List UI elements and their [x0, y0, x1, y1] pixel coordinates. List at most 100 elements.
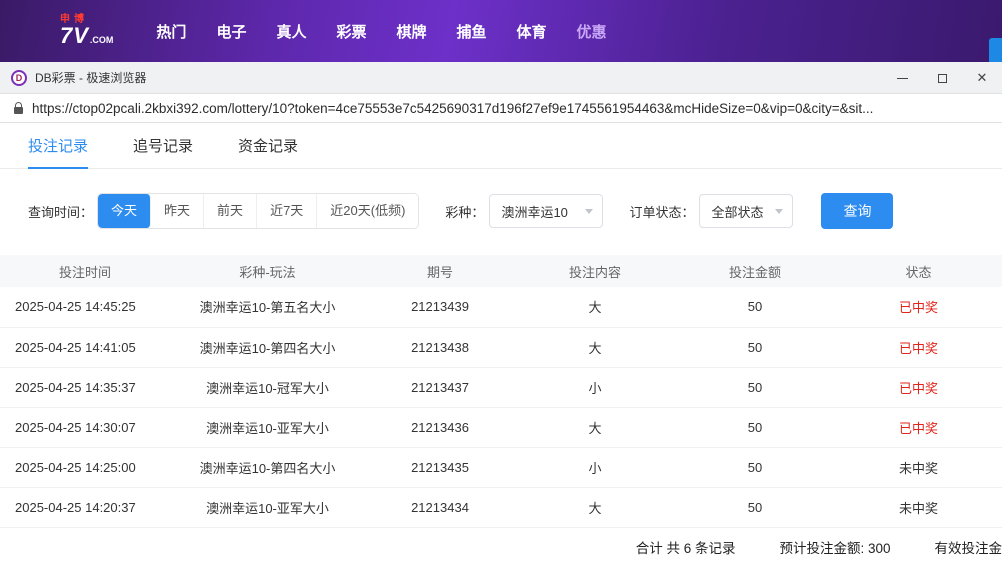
site-logo[interactable]: 申博 7V .COM	[60, 15, 113, 47]
cell-game: 澳洲幸运10-冠军大小	[170, 367, 365, 407]
cell-content: 大	[515, 407, 675, 447]
site-logo-suffix: .COM	[90, 36, 114, 45]
maximize-icon	[938, 74, 947, 83]
table-row: 2025-04-25 14:35:37澳洲幸运10-冠军大小21213437小5…	[0, 367, 1002, 407]
cell-content: 小	[515, 447, 675, 487]
table-row: 2025-04-25 14:41:05澳洲幸运10-第四名大小21213438大…	[0, 327, 1002, 367]
site-nav-item-8[interactable]: 优惠	[577, 21, 607, 42]
cell-status: 未中奖	[835, 487, 1002, 527]
cell-amount: 50	[675, 487, 835, 527]
cell-content: 大	[515, 287, 675, 327]
tab-3[interactable]: 资金记录	[238, 123, 298, 168]
summary-valid-amount: 有效投注金	[935, 537, 1002, 557]
time-option-1[interactable]: 今天	[98, 194, 151, 228]
record-tabs: 投注记录追号记录资金记录	[0, 123, 1002, 169]
site-nav-item-2[interactable]: 电子	[216, 21, 246, 42]
minimize-icon	[897, 78, 908, 79]
floating-side-widget[interactable]	[989, 38, 1002, 65]
site-nav-items: 热门 电子 真人 彩票 棋牌 捕鱼 体育 优惠	[141, 21, 621, 42]
cell-issue: 21213435	[365, 447, 515, 487]
site-nav-item-4[interactable]: 彩票	[336, 21, 366, 42]
cell-time: 2025-04-25 14:35:37	[0, 367, 170, 407]
close-button[interactable]: ✕	[962, 62, 1002, 94]
time-filter-label: 查询时间：	[28, 202, 93, 221]
cell-content: 大	[515, 327, 675, 367]
table-header-row: 投注时间彩种-玩法期号投注内容投注金额状态	[0, 255, 1002, 287]
cell-time: 2025-04-25 14:45:25	[0, 287, 170, 327]
column-header: 投注时间	[0, 255, 170, 287]
tab-1[interactable]: 投注记录	[28, 123, 88, 168]
site-nav-item-6[interactable]: 捕鱼	[457, 21, 487, 42]
cell-time: 2025-04-25 14:41:05	[0, 327, 170, 367]
table-row: 2025-04-25 14:45:25澳洲幸运10-第五名大小21213439大…	[0, 287, 1002, 327]
cell-amount: 50	[675, 327, 835, 367]
time-filter-group: 今天昨天前天近7天近20天(低频)	[97, 193, 419, 229]
cell-amount: 50	[675, 407, 835, 447]
url-text[interactable]: https://ctop02pcali.2kbxi392.com/lottery…	[32, 101, 873, 116]
summary-total-records: 合计 共 6 条记录	[636, 537, 736, 557]
cell-game: 澳洲幸运10-亚军大小	[170, 487, 365, 527]
cell-issue: 21213439	[365, 287, 515, 327]
bet-records-table: 投注时间彩种-玩法期号投注内容投注金额状态 2025-04-25 14:45:2…	[0, 255, 1002, 528]
cell-game: 澳洲幸运10-第四名大小	[170, 327, 365, 367]
table-row: 2025-04-25 14:30:07澳洲幸运10-亚军大小21213436大5…	[0, 407, 1002, 447]
cell-time: 2025-04-25 14:25:00	[0, 447, 170, 487]
browser-favicon-icon: D	[11, 70, 27, 86]
cell-issue: 21213437	[365, 367, 515, 407]
cell-game: 澳洲幸运10-第四名大小	[170, 447, 365, 487]
chevron-down-icon	[585, 209, 593, 214]
ssl-lock-icon	[14, 107, 23, 114]
chevron-down-icon	[775, 209, 783, 214]
cell-amount: 50	[675, 447, 835, 487]
time-option-3[interactable]: 前天	[204, 194, 257, 228]
cell-game: 澳洲幸运10-第五名大小	[170, 287, 365, 327]
time-option-5[interactable]: 近20天(低频)	[317, 194, 418, 228]
cell-status: 已中奖	[835, 287, 1002, 327]
cell-issue: 21213434	[365, 487, 515, 527]
cell-amount: 50	[675, 287, 835, 327]
site-nav-item-1[interactable]: 热门	[156, 21, 186, 42]
maximize-button[interactable]	[922, 62, 962, 94]
minimize-button[interactable]	[882, 62, 922, 94]
summary-estimated-amount: 预计投注金额: 300	[779, 537, 890, 557]
filter-bar: 查询时间： 今天昨天前天近7天近20天(低频) 彩种： 澳洲幸运10 订单状态：…	[28, 193, 1002, 229]
lottery-select-value: 澳洲幸运10	[501, 202, 567, 221]
window-controls: ✕	[882, 62, 1002, 94]
time-option-4[interactable]: 近7天	[257, 194, 317, 228]
order-status-select-value: 全部状态	[711, 202, 763, 221]
cell-status: 已中奖	[835, 367, 1002, 407]
cell-status: 未中奖	[835, 447, 1002, 487]
browser-window-title: DB彩票 - 极速浏览器	[35, 69, 146, 86]
cell-status: 已中奖	[835, 407, 1002, 447]
cell-issue: 21213436	[365, 407, 515, 447]
summary-bar: 合计 共 6 条记录 预计投注金额: 300 有效投注金	[0, 537, 1002, 557]
cell-time: 2025-04-25 14:20:37	[0, 487, 170, 527]
order-status-select[interactable]: 全部状态	[699, 194, 793, 228]
query-button[interactable]: 查询	[821, 193, 893, 229]
browser-titlebar: D DB彩票 - 极速浏览器 ✕	[0, 62, 1002, 94]
time-option-2[interactable]: 昨天	[151, 194, 204, 228]
column-header: 彩种-玩法	[170, 255, 365, 287]
tab-2[interactable]: 追号记录	[133, 123, 193, 168]
cell-game: 澳洲幸运10-亚军大小	[170, 407, 365, 447]
lottery-select[interactable]: 澳洲幸运10	[489, 194, 603, 228]
cell-time: 2025-04-25 14:30:07	[0, 407, 170, 447]
browser-addressbar: https://ctop02pcali.2kbxi392.com/lottery…	[0, 94, 1002, 123]
cell-issue: 21213438	[365, 327, 515, 367]
site-nav-item-5[interactable]: 棋牌	[396, 21, 426, 42]
site-nav: 申博 7V .COM 热门 电子 真人 彩票 棋牌 捕鱼 体育 优惠	[0, 0, 1002, 62]
cell-content: 小	[515, 367, 675, 407]
table-row: 2025-04-25 14:25:00澳洲幸运10-第四名大小21213435小…	[0, 447, 1002, 487]
lottery-filter-label: 彩种：	[445, 202, 484, 221]
site-nav-item-7[interactable]: 体育	[517, 21, 547, 42]
column-header: 投注金额	[675, 255, 835, 287]
cell-status: 已中奖	[835, 327, 1002, 367]
column-header: 状态	[835, 255, 1002, 287]
column-header: 投注内容	[515, 255, 675, 287]
order-status-filter-label: 订单状态：	[629, 202, 694, 221]
column-header: 期号	[365, 255, 515, 287]
cell-amount: 50	[675, 367, 835, 407]
site-nav-item-3[interactable]: 真人	[276, 21, 306, 42]
site-logo-main: 7V .COM	[60, 25, 113, 47]
site-logo-brand: 7V	[60, 25, 89, 47]
